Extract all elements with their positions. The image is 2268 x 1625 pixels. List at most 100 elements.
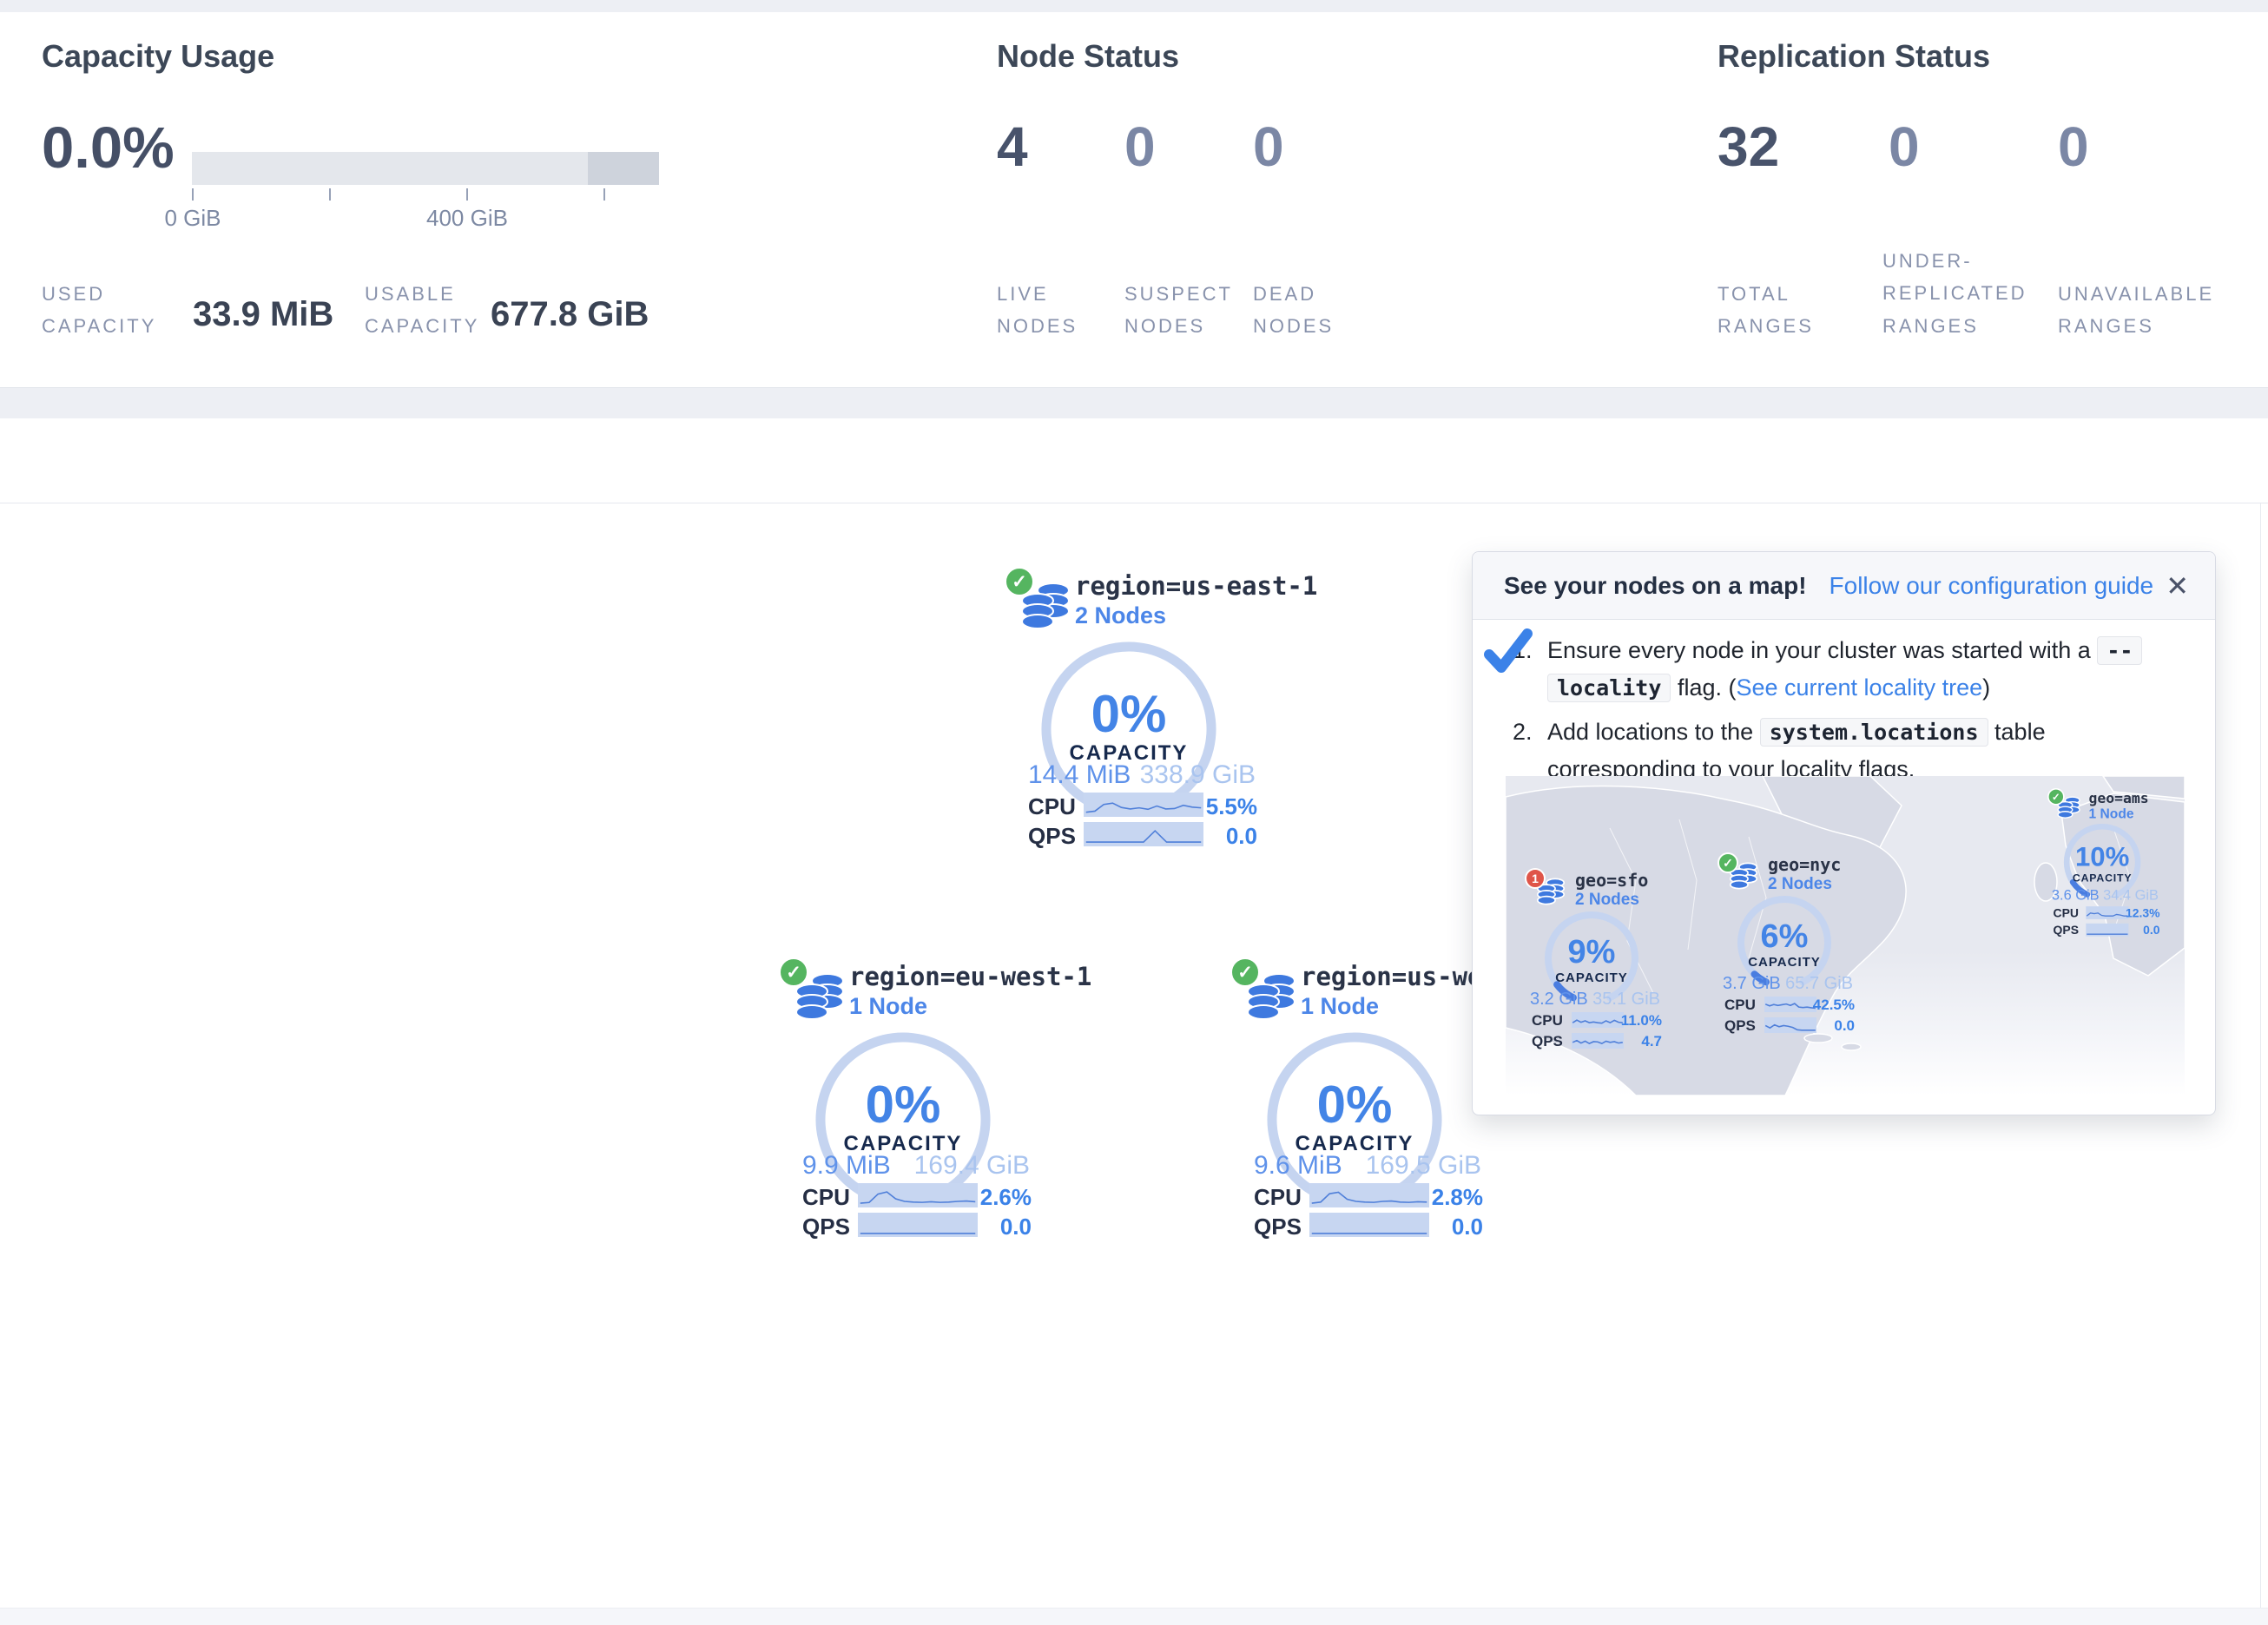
- map-config-popup: See your nodes on a map! Follow our conf…: [1472, 551, 2216, 1115]
- qps-sparkline: [858, 1213, 978, 1237]
- step-text: Ensure every node in your cluster was st…: [1547, 637, 2091, 663]
- qps-sparkline: [1309, 1213, 1429, 1237]
- summary-band: Capacity Usage 0.0% 0 GiB 400 GiB USED C…: [0, 12, 2268, 388]
- usable-value: 169.5 GiB: [1366, 1151, 1481, 1181]
- cpu-value: 2.6%: [962, 1184, 1032, 1211]
- cpu-sparkline: [1764, 997, 1816, 1012]
- code-chip: locality: [1547, 674, 1671, 702]
- qps-value: 4.7: [1641, 1033, 1662, 1050]
- capacity-word: CAPACITY: [2047, 872, 2157, 885]
- under-replicated-label: UNDER-REPLICATED RANGES: [1882, 245, 2056, 342]
- toolbar: Node Map ▼ Cluster 10m Past 10 Minutes: [0, 418, 2268, 503]
- qps-value: 0.0: [1414, 1214, 1483, 1240]
- cpu-label: CPU: [1028, 793, 1076, 820]
- qps-label: QPS: [1254, 1214, 1302, 1240]
- right-edge-divider: [2260, 503, 2261, 1608]
- locality-widget-us-west-1[interactable]: ✓ region=us-west-1 1 Node 0% CAPACITY 9.…: [1212, 948, 1499, 1247]
- cpu-value: 42.5%: [1813, 997, 1855, 1014]
- check-glyph: ✓: [786, 962, 801, 984]
- dead-nodes-label: DEAD NODES: [1253, 278, 1366, 343]
- cpu-sparkline: [2086, 906, 2128, 919]
- healthy-check-icon: ✓: [1717, 852, 1738, 873]
- check-glyph: ✓: [2052, 791, 2060, 803]
- qps-sparkline: [1764, 1017, 1816, 1033]
- suspect-nodes-value: 0: [1124, 115, 1156, 179]
- used-value: 14.4 MiB: [1028, 760, 1131, 790]
- usable-value: 169.4 GiB: [914, 1151, 1030, 1181]
- used-value: 9.6 MiB: [1254, 1151, 1342, 1181]
- locality-label: region=eu-west-1: [849, 962, 1091, 991]
- qps-label: QPS: [2054, 924, 2079, 938]
- capacity-percent: 0%: [761, 1075, 1045, 1135]
- step-complete-check-icon: [1483, 627, 1533, 677]
- capacity-bar: [192, 152, 659, 185]
- used-value: 3.7 GiB: [1723, 974, 1781, 994]
- healthy-check-icon: ✓: [2047, 788, 2065, 806]
- locality-label: geo=sfo: [1575, 870, 1648, 891]
- capacity-bar-reserved: [588, 152, 659, 185]
- node-map-page: Capacity Usage 0.0% 0 GiB 400 GiB USED C…: [0, 0, 2268, 1625]
- qps-value: 0.0: [962, 1214, 1032, 1240]
- cpu-sparkline: [858, 1183, 978, 1207]
- used-capacity-label: USED CAPACITY: [42, 278, 182, 343]
- qps-value: 0.0: [1834, 1017, 1855, 1035]
- locality-label: geo=ams: [2089, 790, 2149, 807]
- capacity-percent: 0%: [986, 684, 1271, 744]
- step-text: Add locations to the: [1547, 719, 1753, 745]
- unavailable-label: UNAVAILABLE RANGES: [2058, 278, 2232, 343]
- locality-label: region=us-east-1: [1075, 571, 1317, 601]
- healthy-check-icon: ✓: [1230, 957, 1261, 988]
- axis-tick-label: 0 GiB: [141, 205, 245, 232]
- cpu-sparkline: [1572, 1012, 1624, 1028]
- qps-label: QPS: [1532, 1033, 1563, 1050]
- cpu-value: 2.8%: [1414, 1184, 1483, 1211]
- locality-node-count: 1 Node: [1301, 993, 1379, 1020]
- example-world-map: 1 geo=sfo 2 Nodes 9% CAPACITY 3.2 GiB 35…: [1506, 776, 2185, 1095]
- configuration-guide-link[interactable]: Follow our configuration guide: [1830, 572, 2154, 600]
- suspect-nodes-label: SUSPECT NODES: [1124, 278, 1246, 343]
- under-replicated-value: 0: [1889, 115, 1920, 179]
- cpu-value: 11.0%: [1621, 1012, 1662, 1030]
- code-chip: --: [2097, 636, 2142, 665]
- check-glyph: ✓: [1012, 571, 1027, 593]
- close-icon[interactable]: ✕: [2166, 569, 2189, 602]
- step-text: ): [1982, 674, 1990, 701]
- qps-value: 0.0: [1188, 823, 1257, 850]
- cpu-value: 5.5%: [1188, 793, 1257, 820]
- capacity-percent: 0%: [1212, 1075, 1497, 1135]
- check-glyph: ✓: [1723, 856, 1733, 871]
- axis-tick: [603, 188, 605, 201]
- warning-count: 1: [1532, 872, 1539, 885]
- cpu-label: CPU: [2054, 906, 2079, 920]
- popup-step-1: 1. Ensure every node in your cluster was…: [1513, 632, 2190, 707]
- capacity-usage-percent: 0.0%: [42, 115, 175, 181]
- code-chip: system.locations: [1760, 718, 1988, 747]
- healthy-check-icon: ✓: [778, 957, 809, 988]
- usable-value: 338.9 GiB: [1140, 760, 1256, 790]
- axis-tick: [466, 188, 468, 201]
- popup-header: See your nodes on a map! Follow our conf…: [1473, 552, 2215, 620]
- popup-title: See your nodes on a map!: [1504, 572, 1807, 600]
- cpu-sparkline: [1309, 1183, 1429, 1207]
- axis-tick: [192, 188, 194, 201]
- total-ranges-label: TOTAL RANGES: [1717, 278, 1848, 343]
- locality-tree-link[interactable]: See current locality tree: [1736, 674, 1982, 701]
- section-title-capacity: Capacity Usage: [42, 38, 274, 75]
- qps-sparkline: [1084, 822, 1203, 846]
- section-title-replication: Replication Status: [1717, 38, 1990, 75]
- qps-sparkline: [2086, 924, 2128, 937]
- dead-nodes-value: 0: [1253, 115, 1284, 179]
- capacity-word: CAPACITY: [1717, 955, 1851, 970]
- live-nodes-label: LIVE NODES: [997, 278, 1110, 343]
- capacity-percent: 10%: [2047, 842, 2157, 872]
- capacity-percent: 6%: [1717, 918, 1851, 956]
- qps-label: QPS: [1028, 823, 1076, 850]
- locality-widget-eu-west-1[interactable]: ✓ region=eu-west-1 1 Node 0% CAPACITY 9.…: [761, 948, 1047, 1247]
- check-glyph: ✓: [1237, 962, 1253, 984]
- usable-value: 34.4 GiB: [2103, 888, 2159, 905]
- locality-widget-us-east-1[interactable]: ✓ region=us-east-1 2 Nodes 0% CAPACITY 1…: [986, 557, 1273, 857]
- axis-tick-label: 400 GiB: [415, 205, 519, 232]
- qps-label: QPS: [1724, 1017, 1756, 1035]
- used-capacity-value: 33.9 MiB: [193, 295, 333, 334]
- gap-strip: [0, 388, 2268, 418]
